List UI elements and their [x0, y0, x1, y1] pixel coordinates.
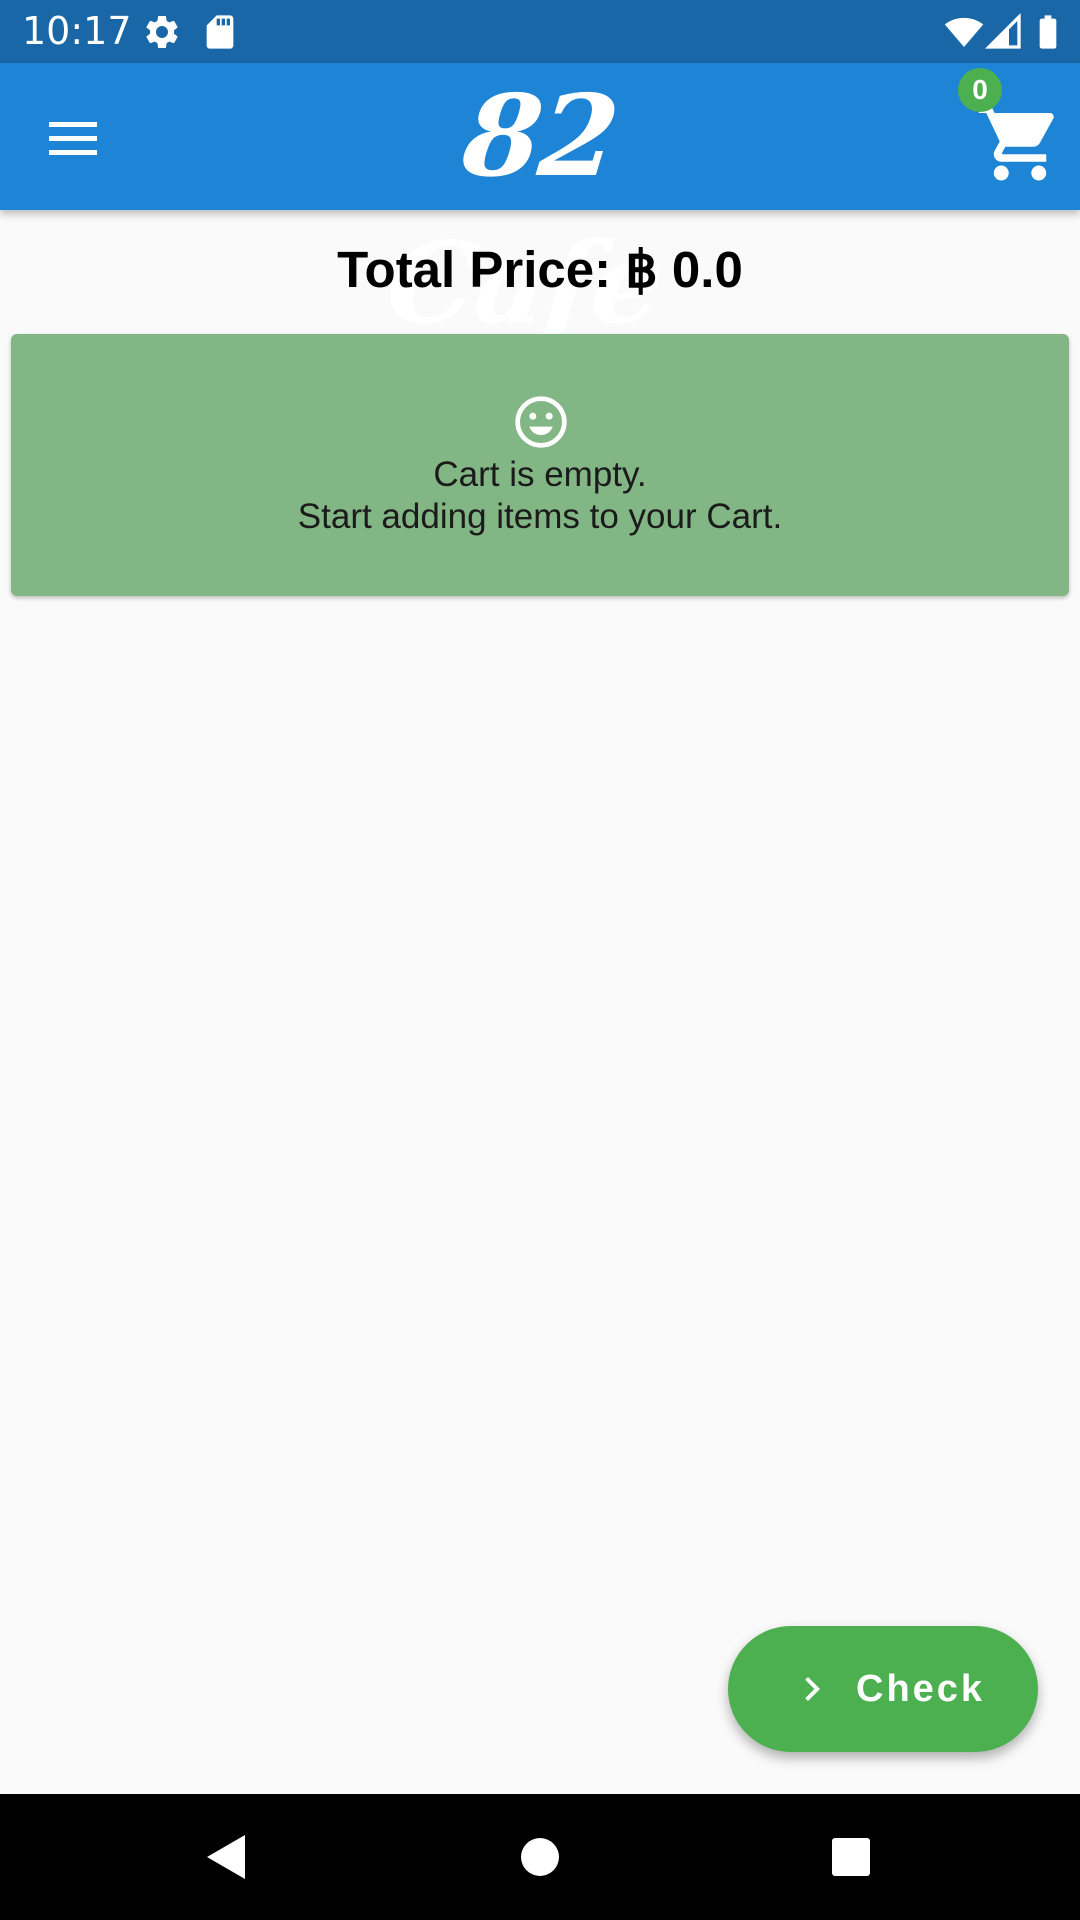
home-icon[interactable]: [510, 1827, 570, 1887]
check-button[interactable]: Check: [728, 1626, 1038, 1752]
sd-card-icon: [206, 15, 234, 49]
smile-icon: [515, 396, 567, 448]
status-time: 10:17: [22, 9, 132, 53]
back-icon[interactable]: [195, 1827, 255, 1887]
signal-icon: [984, 12, 1021, 49]
total-price: Total Price: ฿ 0.0: [337, 241, 743, 298]
shopping-cart-icon: [978, 105, 1054, 181]
empty-cart-card: Cart is empty. Start adding items to you…: [11, 334, 1069, 596]
check-button-label: Check: [856, 1668, 986, 1710]
cart-count-badge: 0: [958, 68, 1002, 112]
settings-icon: [146, 15, 178, 48]
empty-cart-title: Cart is empty.: [433, 455, 647, 494]
hamburger-menu-icon: [49, 122, 97, 155]
navigation-bar: [0, 1794, 1080, 1920]
screen: 10:17 82 Cafe 0 Total Price: ฿ 0.0 Cart …: [0, 0, 1080, 1920]
app-bar: 82 Cafe: [0, 63, 1080, 349]
battery-icon: [1039, 15, 1057, 49]
chevron-right-icon: [805, 1677, 820, 1701]
menu-button[interactable]: [30, 103, 116, 173]
recents-icon[interactable]: [820, 1827, 880, 1887]
cart-button[interactable]: [975, 98, 1065, 188]
wifi-icon: [944, 17, 984, 47]
app-title: 82 Cafe: [381, 71, 669, 349]
status-bar: 10:17: [0, 0, 1080, 63]
empty-cart-message: Start adding items to your Cart.: [297, 497, 783, 536]
